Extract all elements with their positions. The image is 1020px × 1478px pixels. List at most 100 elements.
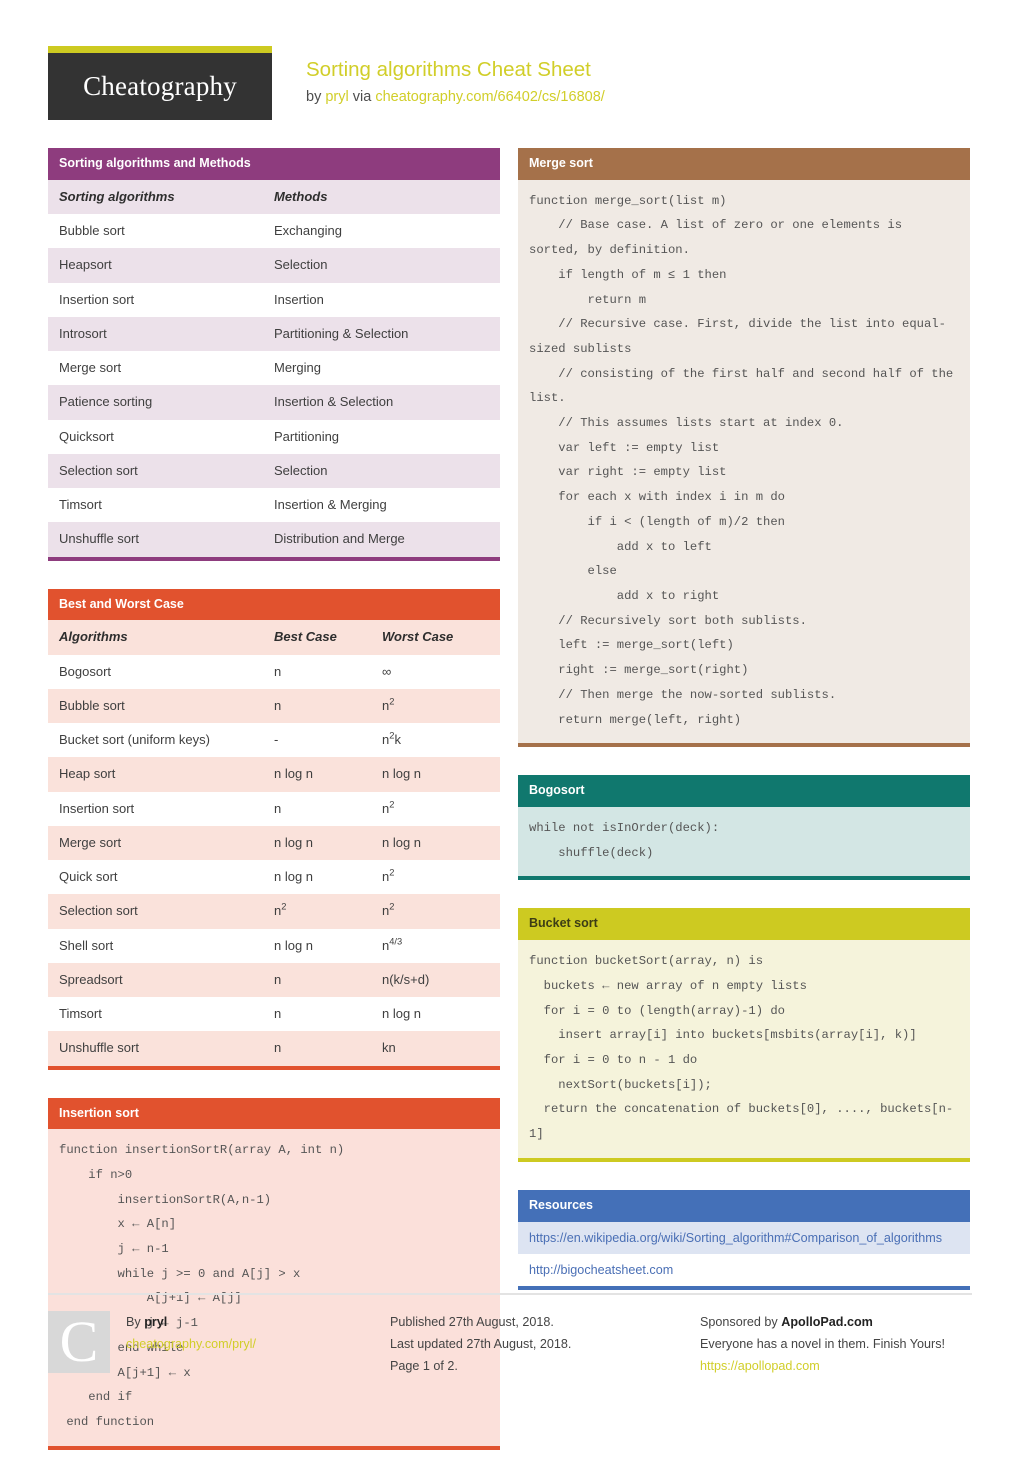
cell-algorithm: Bucket sort (uniform keys) xyxy=(59,732,210,747)
footer-by-line: By pryl xyxy=(126,1311,256,1333)
card-footer-bar xyxy=(518,1157,970,1162)
cell-method: Distribution and Merge xyxy=(274,531,405,547)
footer-sponsor-name: ApolloPad.com xyxy=(781,1315,873,1329)
cell-worst-case: n log n xyxy=(382,1006,422,1021)
footer-author-link[interactable]: cheatography.com/pryl/ xyxy=(126,1337,256,1351)
cell-method: Selection xyxy=(274,257,328,273)
cell-worst-case: ∞ xyxy=(382,663,392,679)
column-header-best-case: Best Case xyxy=(274,629,337,645)
author-link[interactable]: pryl xyxy=(325,89,348,105)
cheat-sheet-page: Cheatography Sorting algorithms Cheat Sh… xyxy=(0,0,1020,1478)
table-row: Unshuffle sort n kn xyxy=(48,1031,500,1066)
cell-best-case: n xyxy=(274,971,282,987)
cell-best-case: n log n xyxy=(274,766,314,782)
table-row: Timsort Insertion & Merging xyxy=(48,488,500,523)
column-header-algorithms: Sorting algorithms xyxy=(59,188,175,204)
footer-by-label: By xyxy=(126,1315,145,1329)
page-header: Cheatography Sorting algorithms Cheat Sh… xyxy=(48,0,972,120)
table-row: Timsort n n log n xyxy=(48,997,500,1032)
cell-method: Partitioning xyxy=(274,428,340,444)
column-header-algorithms: Algorithms xyxy=(59,629,128,645)
cell-algorithm: Insertion sort xyxy=(59,800,135,816)
resources-list: https://en.wikipedia.org/wiki/Sorting_al… xyxy=(518,1221,970,1286)
card-title: Bucket sort xyxy=(518,908,970,941)
cell-algorithm: Bogosort xyxy=(59,663,112,679)
cell-best-case: n xyxy=(274,1040,282,1056)
table-row: Merge sort Merging xyxy=(48,351,500,386)
cell-worst-case: n2 xyxy=(382,799,395,816)
table-row: Spreadsort n n(k/s+d) xyxy=(48,962,500,997)
content-columns: Sorting algorithms and Methods Sorting a… xyxy=(48,148,972,1478)
cell-method: Insertion & Merging xyxy=(274,497,387,512)
left-column: Sorting algorithms and Methods Sorting a… xyxy=(48,148,500,1478)
card-footer-bar xyxy=(48,1445,500,1450)
cell-algorithm: Quick sort xyxy=(59,869,118,884)
cheatography-logo[interactable]: Cheatography xyxy=(48,46,272,120)
resource-link[interactable]: https://en.wikipedia.org/wiki/Sorting_al… xyxy=(518,1221,970,1254)
card-sorting-algorithms-and-methods: Sorting algorithms and Methods Sorting a… xyxy=(48,148,500,561)
cell-algorithm: Shell sort xyxy=(59,937,114,953)
cell-method: Merging xyxy=(274,360,321,375)
card-title: Resources xyxy=(518,1189,970,1222)
table-row: Unshuffle sort Distribution and Merge xyxy=(48,522,500,557)
table-row: Quicksort Partitioning xyxy=(48,419,500,454)
cell-best-case: n2 xyxy=(274,901,287,919)
cell-worst-case: n log n xyxy=(382,834,422,850)
resource-link[interactable]: http://bigocheatsheet.com xyxy=(518,1253,970,1286)
cell-algorithm: Unshuffle sort xyxy=(59,1040,139,1056)
cell-method: Selection xyxy=(274,462,328,478)
footer-sponsor-block: Sponsored by ApolloPad.com Everyone has … xyxy=(678,1293,972,1377)
footer-sponsor-link[interactable]: https://apollopad.com xyxy=(700,1359,820,1373)
card-best-and-worst-case: Best and Worst Case Algorithms Best Case… xyxy=(48,588,500,1070)
cell-method: Partitioning & Selection xyxy=(274,325,409,341)
table-row: Quick sort n log n n2 xyxy=(48,860,500,895)
cell-algorithm: Heapsort xyxy=(59,257,112,273)
card-title: Best and Worst Case xyxy=(48,588,500,621)
logo-text: Cheatography xyxy=(83,71,237,101)
cell-algorithm: Spreadsort xyxy=(59,971,123,987)
cell-best-case: n log n xyxy=(274,937,314,953)
merge-sort-code: function merge_sort(list m) // Base case… xyxy=(518,179,970,744)
footer-page-number: Page 1 of 2. xyxy=(390,1359,458,1373)
best-worst-table: Algorithms Best Case Worst Case Bogosort… xyxy=(48,620,500,1066)
cell-best-case: n log n xyxy=(274,834,314,850)
card-footer-bar xyxy=(48,556,500,561)
cell-method: Exchanging xyxy=(274,223,342,238)
cell-algorithm: Patience sorting xyxy=(59,394,153,410)
footer-sponsor-url-line: https://apollopad.com xyxy=(700,1355,972,1377)
table-row: Selection sort n2 n2 xyxy=(48,894,500,929)
card-footer-bar xyxy=(48,1065,500,1070)
footer-author-block: C By pryl cheatography.com/pryl/ xyxy=(48,1293,368,1377)
cell-algorithm: Quicksort xyxy=(59,428,114,444)
table-row: Bubble sort n n2 xyxy=(48,688,500,723)
table-row: Heap sort n log n n log n xyxy=(48,757,500,792)
cell-algorithm: Insertion sort xyxy=(59,291,135,307)
cell-algorithm: Merge sort xyxy=(59,834,122,850)
source-url-link[interactable]: cheatography.com/66402/cs/16808/ xyxy=(375,89,604,105)
footer-dates-block: Published 27th August, 2018. Last update… xyxy=(368,1293,678,1377)
card-title: Sorting algorithms and Methods xyxy=(48,148,500,180)
cell-best-case: n xyxy=(274,1006,282,1021)
footer-sponsor-line: Sponsored by ApolloPad.com xyxy=(700,1311,972,1333)
cell-algorithm: Introsort xyxy=(59,325,107,341)
cell-method: Insertion & Selection xyxy=(274,394,394,410)
footer-published: Published 27th August, 2018. xyxy=(390,1315,554,1329)
cell-algorithm: Selection sort xyxy=(59,462,138,478)
bucket-sort-code: function bucketSort(array, n) is buckets… xyxy=(518,940,970,1158)
cell-algorithm: Heap sort xyxy=(59,766,116,782)
column-header-worst-case: Worst Case xyxy=(382,629,454,645)
cell-algorithm: Selection sort xyxy=(59,903,138,919)
sorting-methods-table: Sorting algorithms Methods Bubble sort Ex… xyxy=(48,179,500,557)
card-footer-bar xyxy=(518,743,970,748)
cell-worst-case: n2 xyxy=(382,867,395,884)
card-insertion-sort: Insertion sort function insertionSortR(a… xyxy=(48,1097,500,1450)
column-header-methods: Methods xyxy=(274,188,328,204)
cell-worst-case: n(k/s+d) xyxy=(382,971,430,987)
table-row: Selection sort Selection xyxy=(48,453,500,488)
card-footer-bar xyxy=(518,876,970,881)
table-header-row: Algorithms Best Case Worst Case xyxy=(48,620,500,655)
table-row: Insertion sort n n2 xyxy=(48,791,500,826)
best-worst-rows: Bogosort n ∞ Bubble sort n n2 Bucket sort (uni… xyxy=(48,654,500,1066)
cell-best-case: - xyxy=(274,732,279,747)
card-merge-sort: Merge sort function merge_sort(list m) /… xyxy=(518,148,970,748)
